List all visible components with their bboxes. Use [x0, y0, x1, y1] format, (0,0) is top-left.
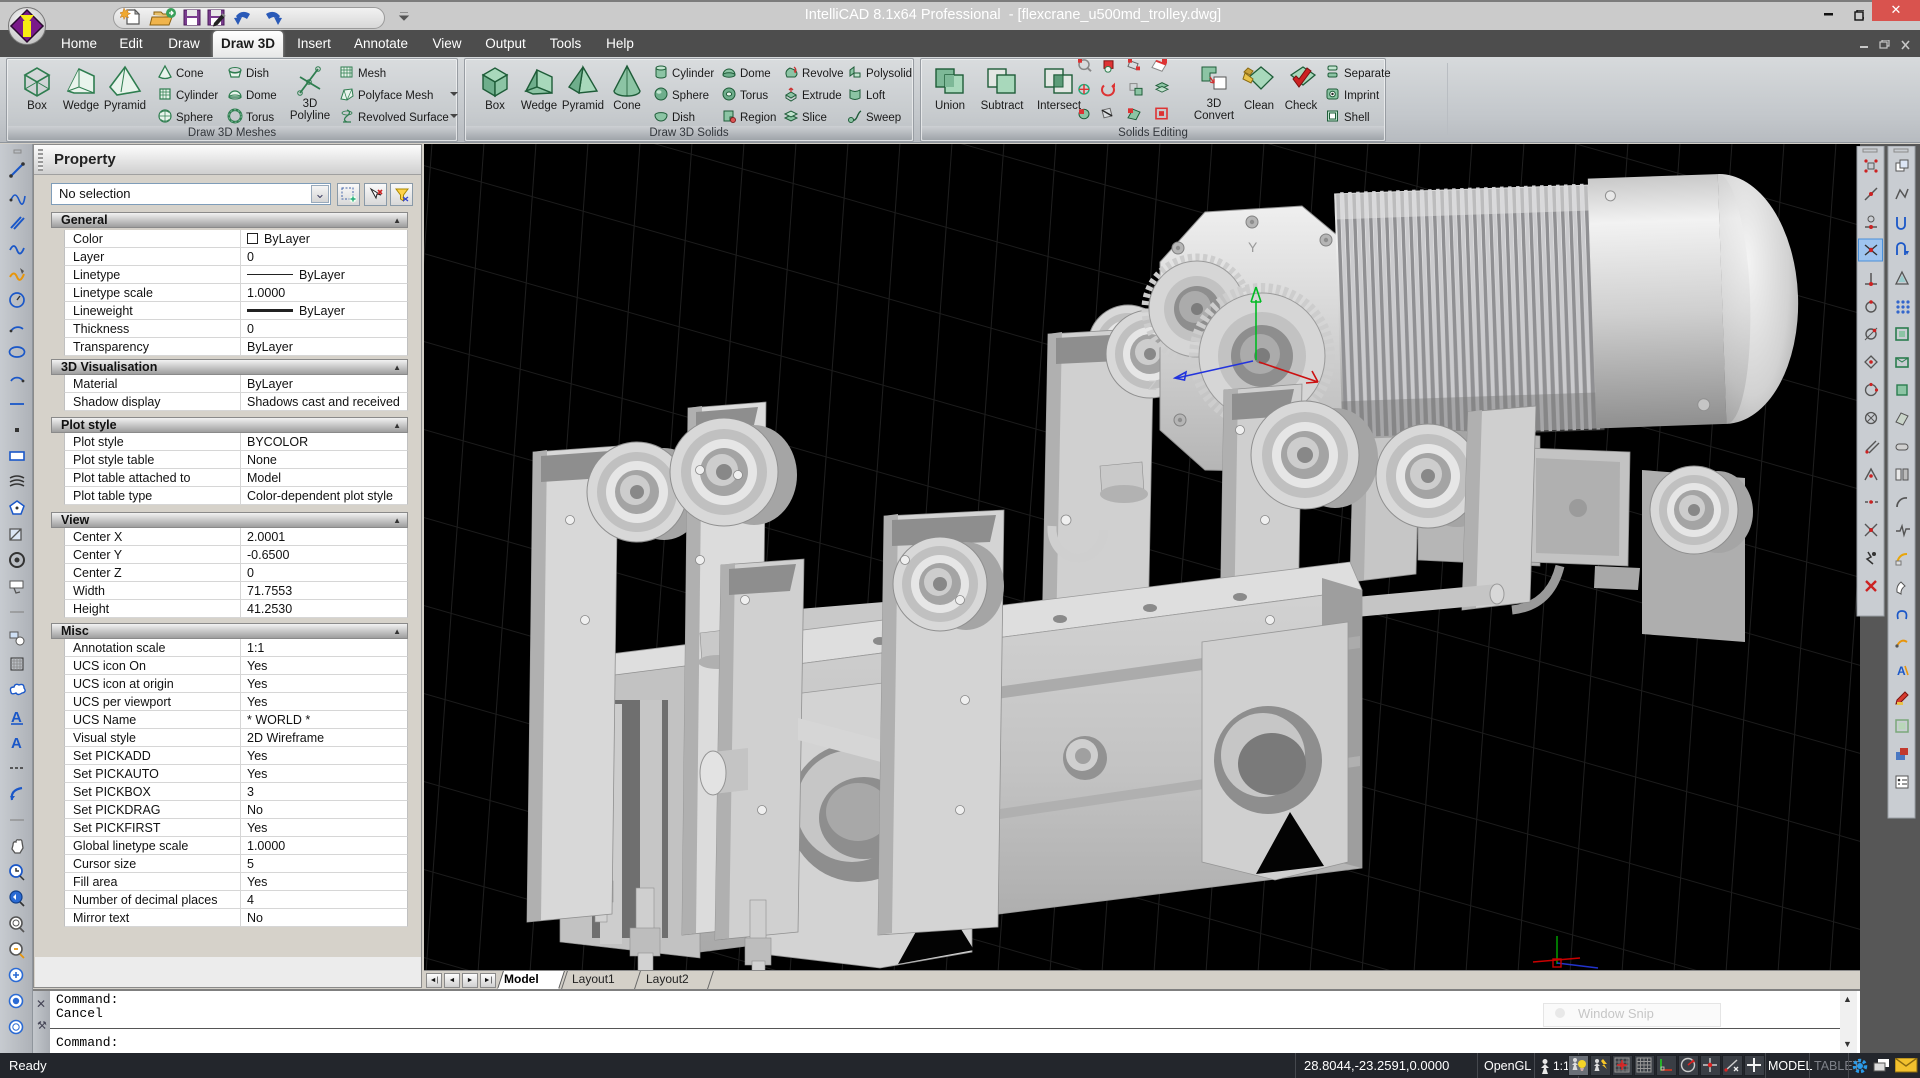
svg-text:A: A [11, 735, 22, 752]
svg-text:Y: Y [1248, 239, 1258, 255]
svg-text:A: A [1897, 664, 1906, 678]
svg-text:Z: Z [1148, 377, 1157, 393]
